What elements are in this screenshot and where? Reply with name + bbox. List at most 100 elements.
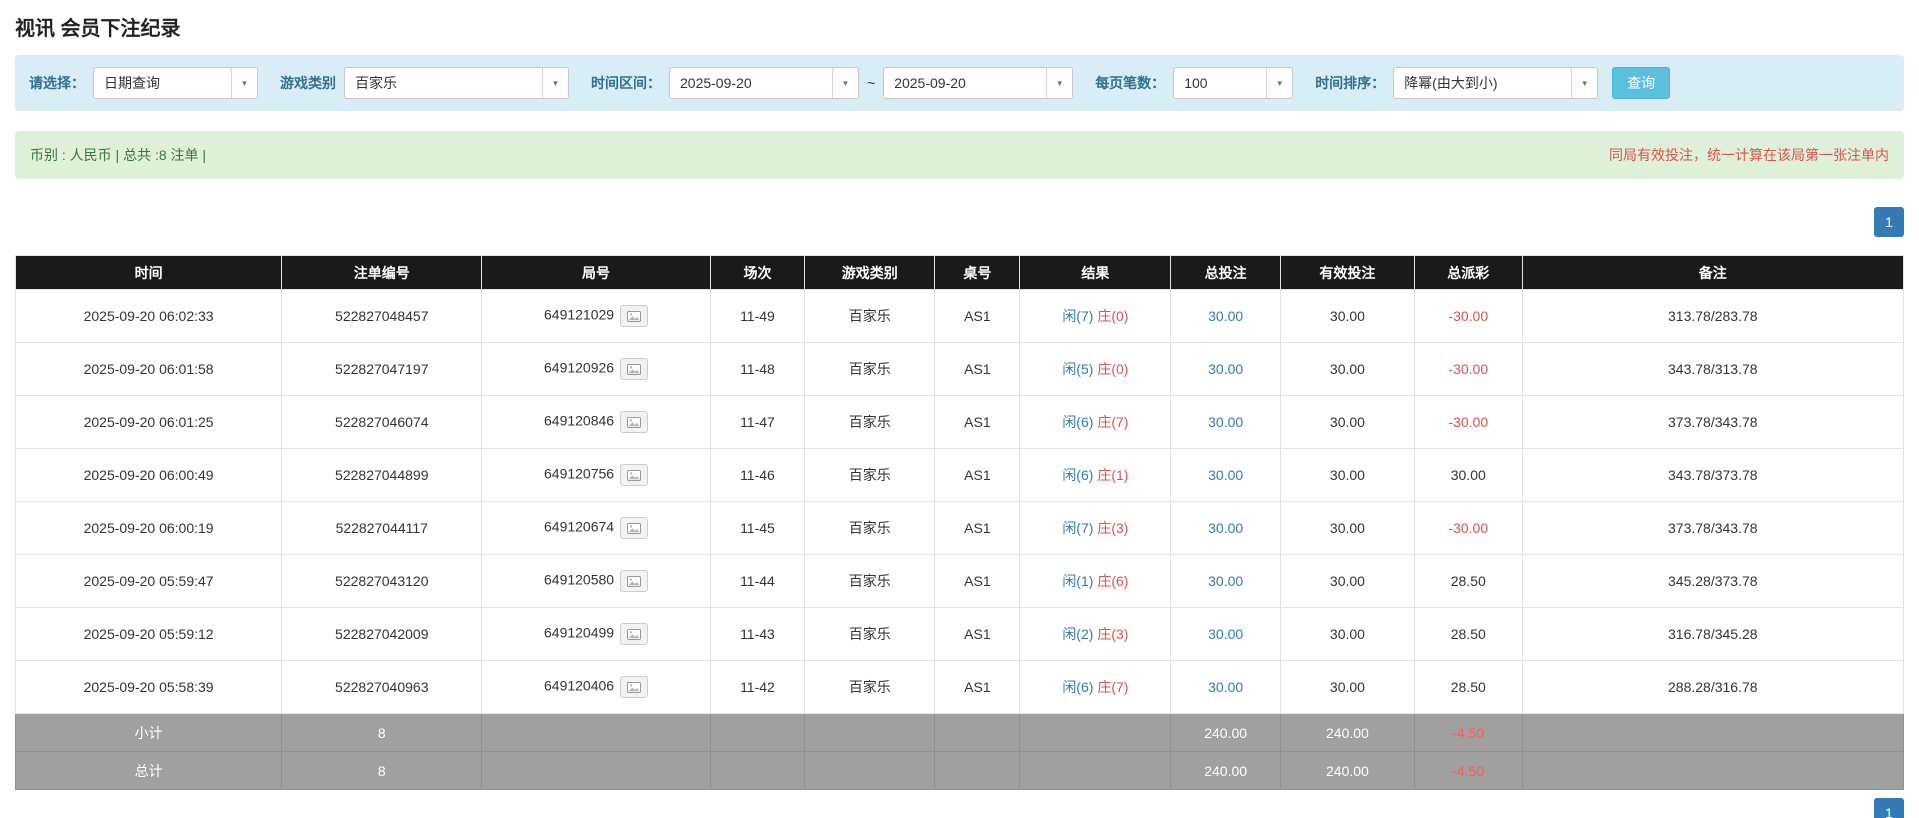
round-cell: 649120406: [481, 660, 711, 714]
note-cell: 343.78/313.78: [1521, 342, 1905, 396]
summary-label-cell: 总计: [14, 751, 283, 790]
total-bet-cell: 30.00: [1170, 289, 1281, 343]
query-type-label: 请选择：: [29, 75, 85, 91]
table-number-cell: AS1: [934, 448, 1021, 502]
time-cell: 2025-09-20 06:01:25: [14, 395, 283, 449]
date-to-input[interactable]: [884, 68, 1047, 98]
round-result-button[interactable]: [620, 305, 649, 327]
round-cell: 649120580: [481, 554, 711, 608]
bet-id-cell: 522827042009: [281, 607, 483, 661]
empty-cell: [804, 751, 936, 790]
note-cell: 373.78/343.78: [1521, 501, 1905, 555]
round-cell: 649120499: [481, 607, 711, 661]
payout-cell: 28.50: [1413, 660, 1523, 714]
total-bet-link[interactable]: 30.00: [1208, 520, 1243, 536]
table-row: 2025-09-20 06:02:33 522827048457 6491210…: [14, 289, 1905, 343]
total-bet-cell: 30.00: [1170, 607, 1281, 661]
total-bet-cell: 30.00: [1170, 660, 1281, 714]
result-banker: 庄(3): [1097, 520, 1129, 536]
note-cell: 373.78/343.78: [1521, 395, 1905, 449]
total-bet-link[interactable]: 30.00: [1208, 361, 1243, 377]
total-bet-cell: 30.00: [1170, 448, 1281, 502]
column-header-10: 总派彩: [1413, 255, 1523, 290]
round-result-button[interactable]: [620, 676, 649, 698]
empty-cell: [709, 713, 806, 752]
table-row: 2025-09-20 06:01:58 522827047197 6491209…: [14, 342, 1905, 396]
per-page-label: 每页笔数：: [1095, 75, 1166, 91]
result-player: 闲(1): [1062, 573, 1094, 589]
date-from-picker[interactable]: ▼: [669, 67, 859, 99]
time-cell: 2025-09-20 06:00:19: [14, 501, 283, 555]
result-player: 闲(2): [1062, 626, 1094, 642]
table-row: 2025-09-20 06:01:25 522827046074 6491208…: [14, 395, 1905, 449]
page-title: 视讯 会员下注纪录: [15, 18, 181, 40]
table-number-cell: AS1: [934, 607, 1021, 661]
total-bet-link[interactable]: 30.00: [1208, 626, 1243, 642]
valid-bet-notice-text: 同局有效投注，统一计算在该局第一张注单内: [1609, 147, 1889, 163]
page-1-button[interactable]: 1: [1874, 207, 1904, 237]
sort-order-select[interactable]: 降幂(由大到小) ▼: [1393, 67, 1599, 99]
search-button[interactable]: 查询: [1612, 67, 1671, 99]
game-type-label: 游戏类别: [280, 75, 336, 91]
total-bet-link[interactable]: 30.00: [1208, 679, 1243, 695]
round-result-button[interactable]: [620, 623, 649, 645]
table-header-row: 时间 注单编号 局号 场次 游戏类别 桌号 结果 总投注 有效投注 总派彩 备注: [14, 255, 1905, 290]
round-id: 649120756: [544, 465, 615, 482]
summary-total-bet-cell: 240.00: [1170, 713, 1281, 752]
valid-bet-cell: 30.00: [1279, 607, 1415, 661]
total-bet-link[interactable]: 30.00: [1208, 573, 1243, 589]
valid-bet-cell: 30.00: [1279, 660, 1415, 714]
date-to-picker[interactable]: ▼: [883, 67, 1074, 99]
summary-count-cell: 8: [281, 713, 483, 752]
game-type-select[interactable]: 百家乐 ▼: [344, 67, 569, 99]
query-type-select[interactable]: 日期查询 ▼: [93, 67, 258, 99]
empty-cell: [934, 713, 1021, 752]
per-page-picker[interactable]: ▼: [1173, 67, 1294, 99]
time-cell: 2025-09-20 06:01:58: [14, 342, 283, 396]
column-header-9: 有效投注: [1279, 255, 1415, 290]
total-bet-link[interactable]: 30.00: [1208, 467, 1243, 483]
date-from-input[interactable]: [670, 68, 832, 98]
chevron-down-icon: ▼: [1571, 68, 1598, 98]
column-header-4: 场次: [709, 255, 806, 290]
table-row: 2025-09-20 06:00:49 522827044899 6491207…: [14, 448, 1905, 502]
chevron-down-icon: ▼: [1266, 68, 1293, 98]
empty-cell: [481, 751, 711, 790]
page-1-button[interactable]: 1: [1874, 798, 1904, 818]
game-type-cell: 百家乐: [804, 395, 936, 449]
photo-icon: [627, 469, 642, 481]
table-body: 2025-09-20 06:02:33 522827048457 6491210…: [14, 289, 1905, 714]
query-type-value: 日期查询: [104, 75, 160, 91]
column-header-8: 总投注: [1170, 255, 1281, 290]
time-cell: 2025-09-20 05:59:12: [14, 607, 283, 661]
payout-cell: 28.50: [1413, 607, 1523, 661]
round-id: 649121029: [544, 306, 615, 323]
round-result-button[interactable]: [620, 358, 649, 380]
photo-icon: [627, 575, 642, 587]
total-bet-link[interactable]: 30.00: [1208, 308, 1243, 324]
time-range-label: 时间区间：: [591, 75, 661, 91]
note-cell: 288.28/316.78: [1521, 660, 1905, 714]
photo-icon: [627, 681, 642, 693]
session-cell: 11-44: [709, 554, 806, 608]
total-bet-cell: 30.00: [1170, 342, 1281, 396]
pagination-top: 1: [15, 207, 1904, 237]
total-bet-link[interactable]: 30.00: [1208, 414, 1243, 430]
photo-icon: [627, 310, 642, 322]
table-row: 2025-09-20 05:59:47 522827043120 6491205…: [14, 554, 1905, 608]
chevron-down-icon: ▼: [1046, 68, 1073, 98]
per-page-input[interactable]: [1174, 68, 1267, 98]
payout-cell: 30.00: [1413, 448, 1523, 502]
round-result-button[interactable]: [620, 517, 649, 539]
valid-bet-cell: 30.00: [1279, 501, 1415, 555]
summary-payout-cell: -4.50: [1413, 751, 1523, 790]
result-player: 闲(5): [1062, 361, 1094, 377]
table-row: 2025-09-20 06:00:19 522827044117 6491206…: [14, 501, 1905, 555]
valid-bet-cell: 30.00: [1279, 289, 1415, 343]
bet-id-cell: 522827040963: [281, 660, 483, 714]
page-container: 视讯 会员下注纪录 请选择： 日期查询 ▼ 游戏类别 百家乐 ▼ 时间区间： ▼…: [0, 0, 1919, 818]
date-range-separator: ~: [867, 75, 876, 91]
round-result-button[interactable]: [620, 411, 649, 433]
round-result-button[interactable]: [620, 464, 649, 486]
round-result-button[interactable]: [620, 570, 649, 592]
